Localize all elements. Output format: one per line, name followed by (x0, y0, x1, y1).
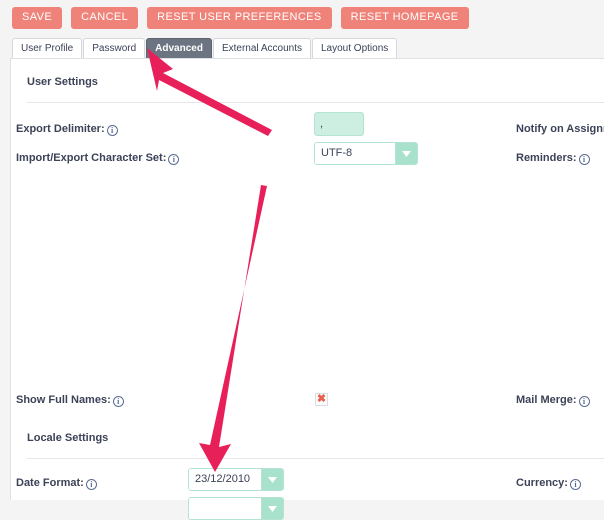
mail-merge-label: Mail Merge: i (516, 394, 590, 407)
tab-password[interactable]: Password (83, 38, 146, 58)
locale-secondary-value (189, 498, 261, 519)
action-toolbar: SAVE CANCEL RESET USER PREFERENCES RESET… (0, 0, 604, 36)
date-format-value: 23/12/2010 (189, 469, 261, 490)
reset-homepage-button[interactable]: RESET HOMEPAGE (340, 7, 469, 29)
info-icon[interactable]: i (168, 154, 180, 165)
info-icon[interactable]: i (578, 154, 590, 165)
info-icon[interactable]: i (85, 479, 97, 490)
user-settings-divider (27, 102, 604, 103)
notify-on-assignment-label-text: Notify on Assignment (516, 123, 604, 135)
advanced-settings-panel: User Settings Export Delimiter:i Notify … (10, 58, 604, 520)
mail-merge-label-text: Mail Merge: (516, 394, 577, 406)
chevron-down-icon[interactable] (261, 498, 283, 519)
cancel-button[interactable]: CANCEL (71, 7, 139, 29)
info-icon[interactable]: i (569, 479, 581, 490)
currency-label-text: Currency: (516, 477, 568, 489)
locale-settings-heading: Locale Settings (27, 432, 109, 444)
import-export-charset-label: Import/Export Character Set: i (16, 152, 180, 165)
chevron-down-icon[interactable] (395, 143, 417, 164)
import-export-charset-label-text: Import/Export Character Set: (16, 152, 167, 164)
info-icon[interactable]: i (112, 396, 124, 407)
tab-layout-options[interactable]: Layout Options (312, 38, 398, 58)
chevron-down-icon[interactable] (261, 469, 283, 490)
tab-user-profile[interactable]: User Profile (12, 38, 83, 58)
import-export-charset-value: UTF-8 (315, 143, 395, 164)
export-delimiter-input[interactable] (314, 112, 364, 136)
settings-tabs: User Profile Password Advanced External … (12, 38, 398, 58)
locale-secondary-select[interactable] (188, 497, 284, 520)
broken-image-glyph: ✖ (316, 393, 327, 405)
reminders-label-text: Reminders: (516, 152, 577, 164)
locale-settings-divider (27, 458, 604, 459)
reminders-label: Reminders: i (516, 152, 590, 165)
tab-advanced[interactable]: Advanced (146, 38, 212, 58)
info-icon[interactable]: i (106, 125, 118, 136)
import-export-charset-select[interactable]: UTF-8 (314, 142, 418, 165)
date-format-label: Date Format: i (16, 477, 97, 490)
notify-on-assignment-label: Notify on Assignment (516, 123, 604, 135)
export-delimiter-label: Export Delimiter: i (16, 123, 118, 136)
date-format-label-text: Date Format: (16, 477, 84, 489)
info-icon[interactable]: i (578, 396, 590, 407)
reset-user-preferences-button[interactable]: RESET USER PREFERENCES (147, 7, 332, 29)
date-format-select[interactable]: 23/12/2010 (188, 468, 284, 491)
currency-label: Currency: i (516, 477, 581, 490)
tab-external-accounts[interactable]: External Accounts (212, 38, 311, 58)
save-button[interactable]: SAVE (12, 7, 63, 29)
broken-image-icon: ✖ (315, 393, 328, 406)
show-full-names-label-text: Show Full Names: (16, 394, 111, 406)
show-full-names-label: Show Full Names: i (16, 394, 124, 407)
export-delimiter-label-text: Export Delimiter: (16, 123, 105, 135)
user-settings-heading: User Settings (27, 76, 98, 88)
